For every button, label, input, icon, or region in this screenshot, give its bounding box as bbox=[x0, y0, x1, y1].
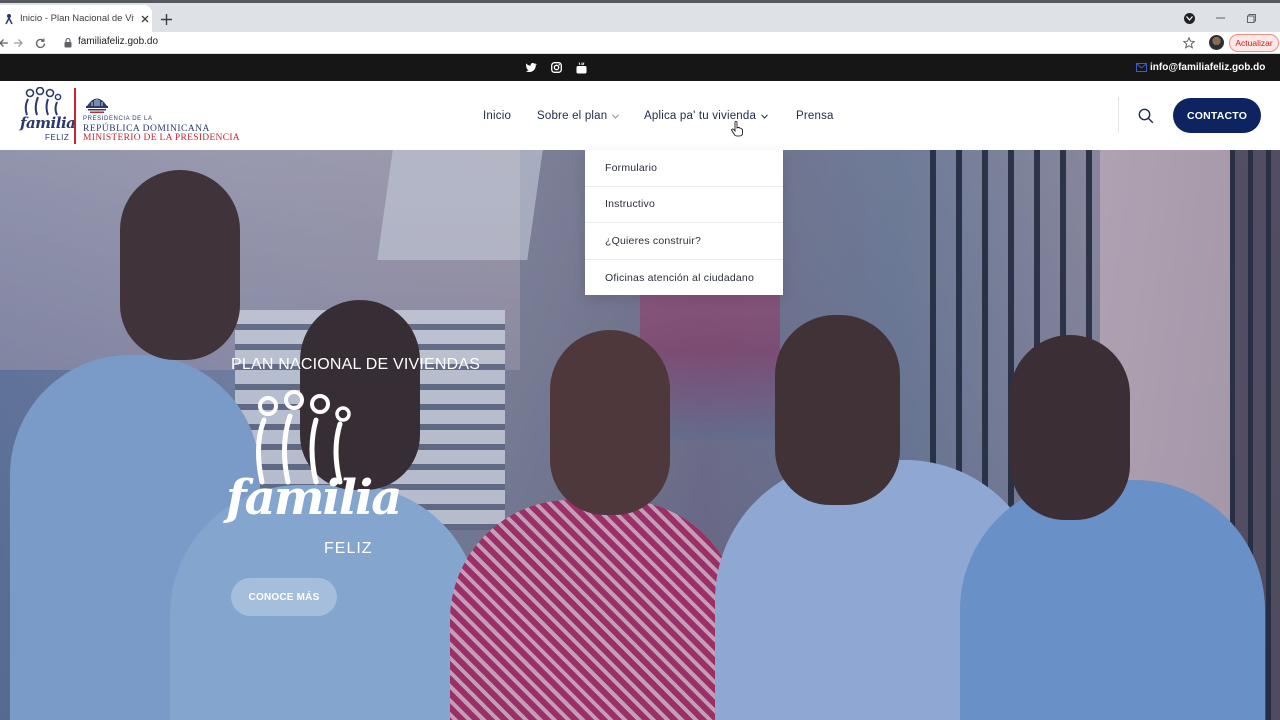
gov-line-presidencia: PRESIDENCIA DE LA bbox=[83, 116, 153, 122]
dropdown-item-oficinas[interactable]: Oficinas atención al ciudadano bbox=[585, 260, 783, 297]
profile-avatar[interactable] bbox=[1209, 35, 1224, 50]
gov-line-ministerio: MINISTERIO DE LA PRESIDENCIA bbox=[83, 133, 240, 143]
dropdown-item-formulario[interactable]: Formulario bbox=[585, 150, 783, 187]
browser-menu-icon[interactable] bbox=[1184, 13, 1195, 24]
hand-cursor-icon bbox=[731, 121, 743, 137]
nav-item-sobre-el-plan[interactable]: Sobre el plan bbox=[537, 108, 619, 124]
dropdown-item-quieres-construir[interactable]: ¿Quieres construir? bbox=[585, 223, 783, 260]
lock-icon[interactable] bbox=[62, 36, 74, 50]
contact-button[interactable]: CONTACTO bbox=[1173, 98, 1261, 133]
logo-divider bbox=[74, 88, 76, 144]
site-favicon-icon bbox=[4, 13, 14, 25]
browser-tab-strip: Inicio - Plan Nacional de Viviendas bbox=[0, 0, 1280, 32]
site-header: familia FELIZ PRESIDENCIA DE LA REPÚBLIC… bbox=[0, 81, 1280, 150]
tab-title: Inicio - Plan Nacional de Viviendas bbox=[20, 13, 134, 24]
email-icon bbox=[1136, 62, 1147, 72]
chevron-down-icon bbox=[760, 112, 768, 120]
dropdown-item-instructivo[interactable]: Instructivo bbox=[585, 187, 783, 223]
browser-tab[interactable]: Inicio - Plan Nacional de Viviendas bbox=[0, 5, 152, 32]
familia-feliz-logo[interactable]: familia FELIZ bbox=[18, 86, 76, 145]
url-field[interactable]: familiafeliz.gob.do bbox=[78, 36, 158, 47]
minimize-icon[interactable] bbox=[1212, 10, 1228, 26]
aplica-dropdown-menu: Formulario Instructivo ¿Quieres construi… bbox=[585, 150, 783, 295]
youtube-icon[interactable] bbox=[575, 61, 588, 74]
chevron-down-icon bbox=[611, 112, 619, 120]
twitter-icon[interactable] bbox=[525, 61, 538, 74]
search-icon[interactable] bbox=[1137, 107, 1155, 125]
header-divider bbox=[1118, 97, 1119, 133]
hero-kicker: PLAN NACIONAL DE VIVIENDAS bbox=[231, 356, 481, 373]
bookmark-star-icon[interactable] bbox=[1181, 35, 1197, 51]
restore-icon[interactable] bbox=[1243, 10, 1259, 26]
topbar-email-link[interactable]: info@familiafeliz.gob.do bbox=[1150, 62, 1265, 73]
nav-label: Prensa bbox=[796, 110, 834, 122]
family-figures-icon bbox=[24, 86, 62, 116]
logo-feliz-text: FELIZ bbox=[45, 133, 70, 142]
government-seal-icon bbox=[86, 98, 108, 113]
site-topbar: info@familiafeliz.gob.do bbox=[0, 54, 1280, 81]
update-button[interactable]: Actualizar bbox=[1229, 34, 1279, 52]
instagram-icon[interactable] bbox=[550, 61, 563, 74]
nav-item-inicio[interactable]: Inicio bbox=[483, 108, 511, 124]
close-tab-icon[interactable] bbox=[138, 12, 152, 26]
hero-logo-wordmark: familia bbox=[226, 470, 402, 526]
nav-item-prensa[interactable]: Prensa bbox=[796, 108, 834, 124]
hero-logo-feliz: FELIZ bbox=[324, 540, 373, 557]
nav-label: Inicio bbox=[483, 110, 512, 122]
new-tab-icon[interactable] bbox=[158, 11, 174, 27]
nav-label: Sobre el plan bbox=[537, 110, 608, 122]
conoce-mas-button[interactable]: CONOCE MÁS bbox=[231, 578, 337, 616]
hero-familia-feliz-logo: familia FELIZ bbox=[226, 390, 402, 557]
forward-icon[interactable] bbox=[10, 35, 26, 51]
nav-item-aplica[interactable]: Aplica pa' tu vivienda bbox=[644, 108, 768, 124]
reload-icon[interactable] bbox=[32, 35, 48, 51]
logo-wordmark: familia bbox=[20, 114, 76, 132]
address-bar: familiafeliz.gob.do Actualizar bbox=[0, 32, 1280, 54]
